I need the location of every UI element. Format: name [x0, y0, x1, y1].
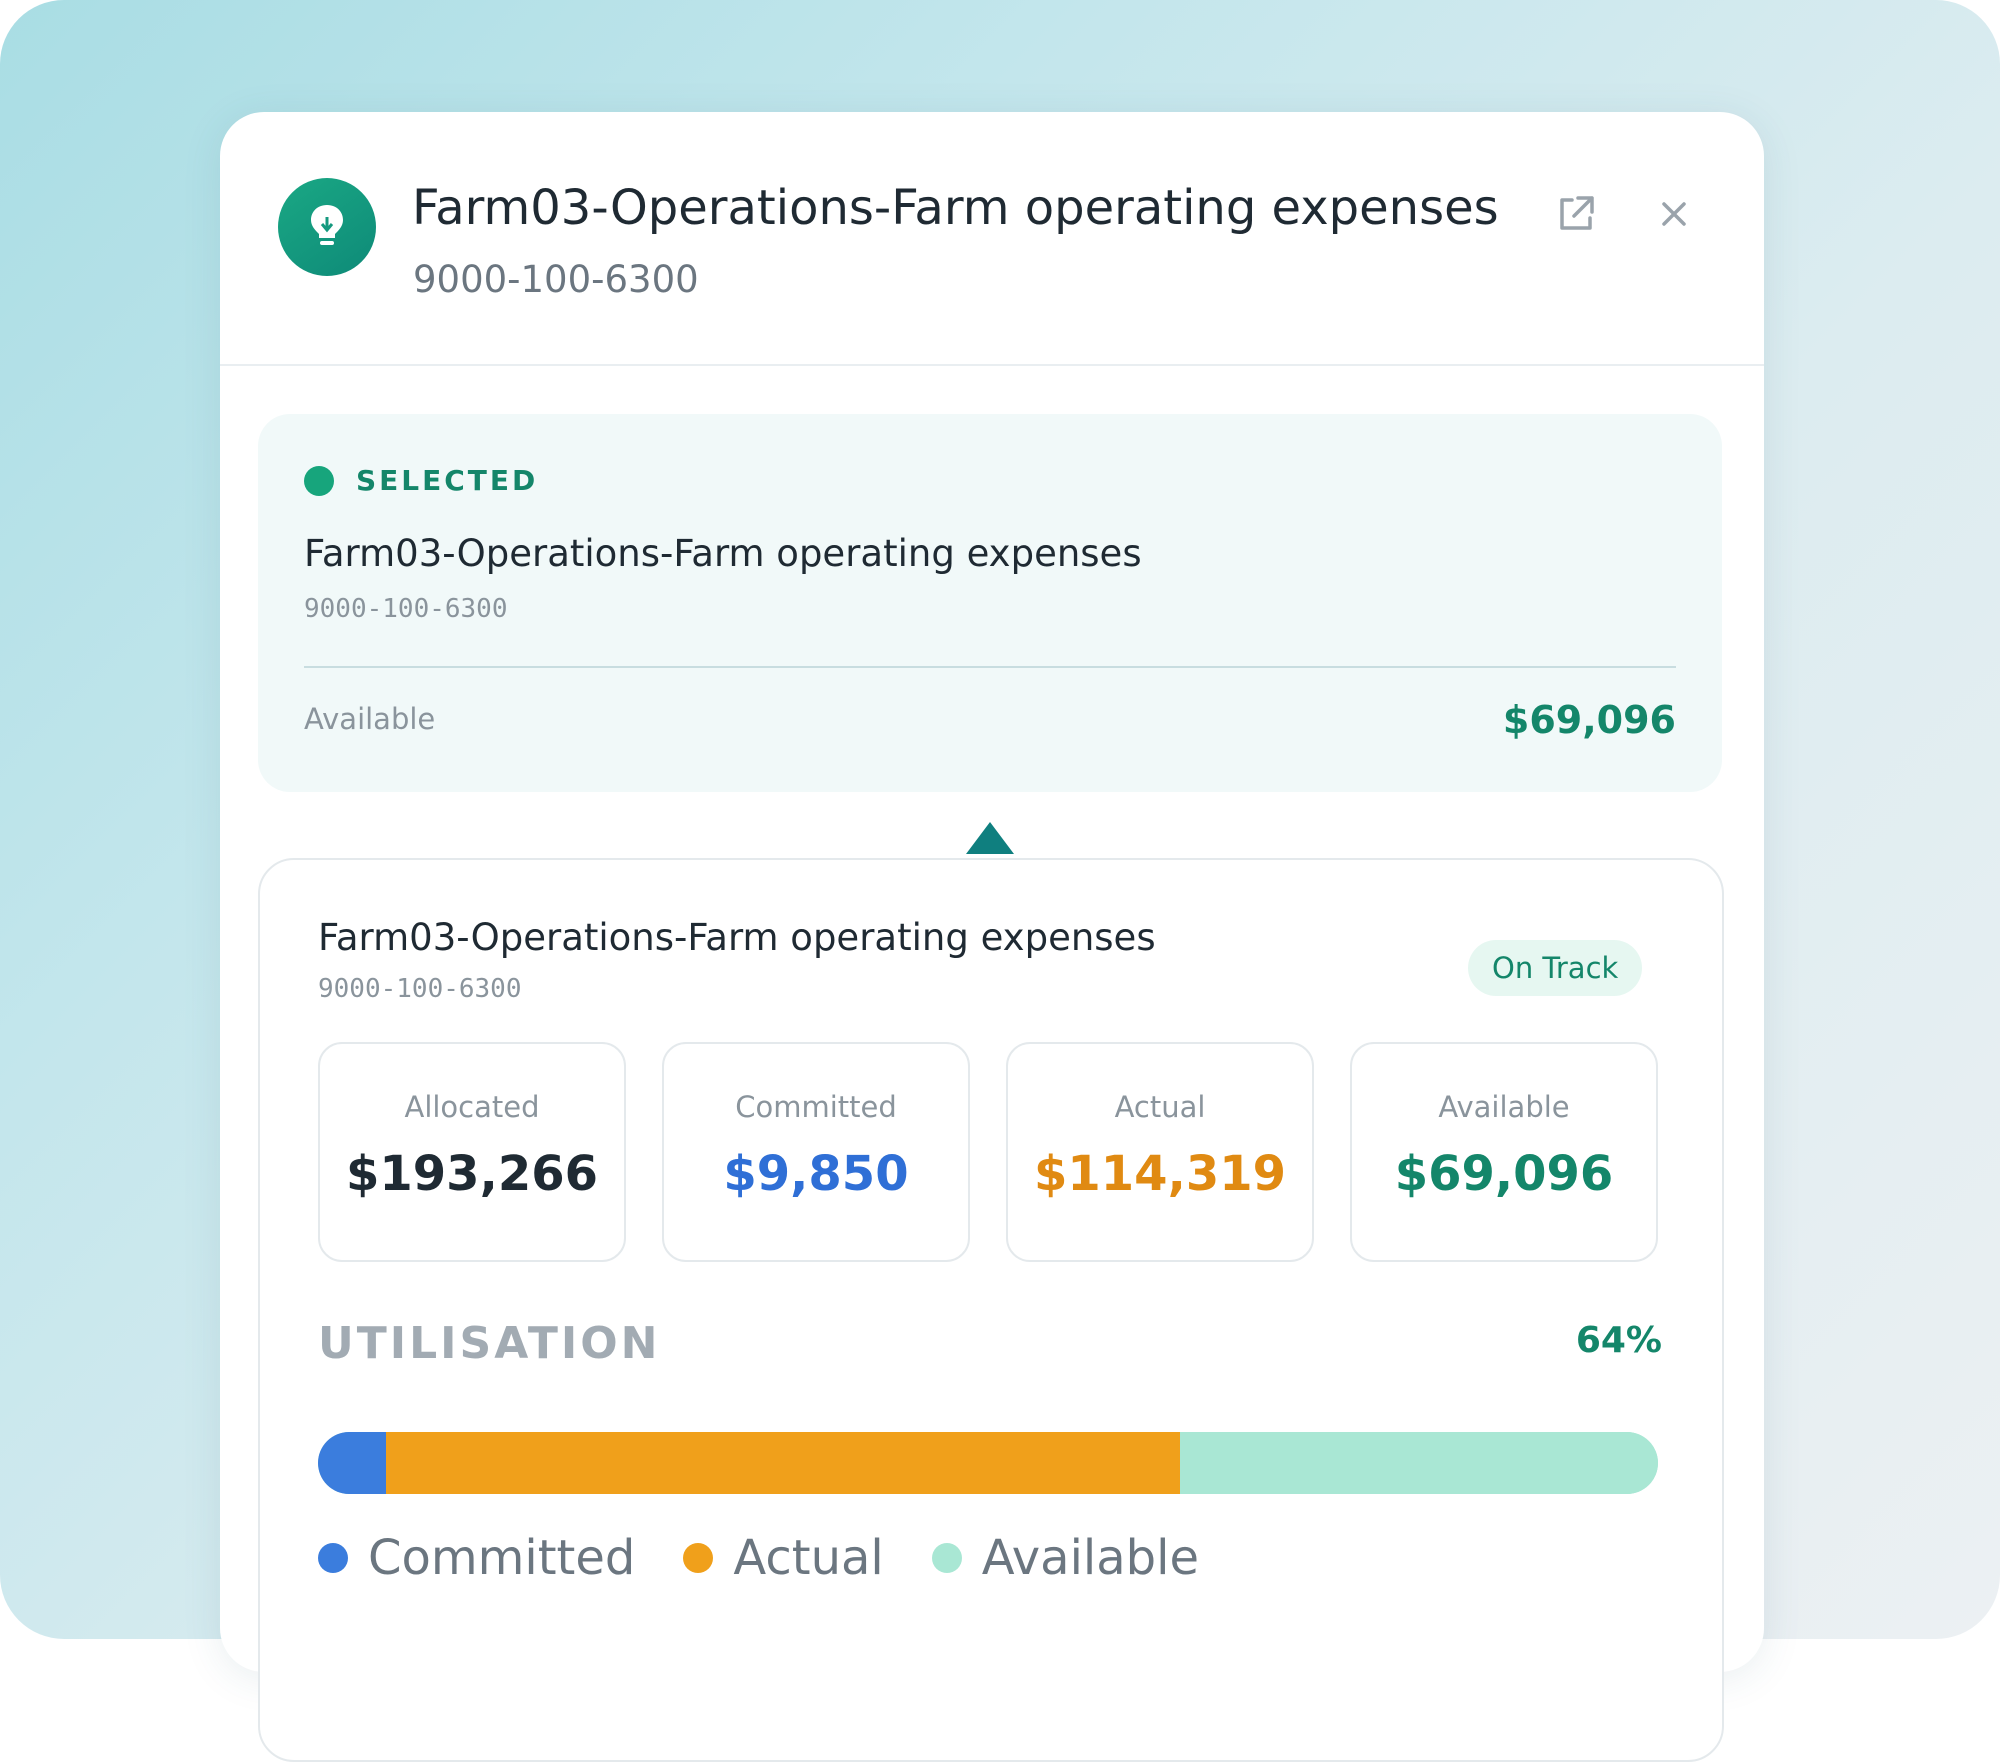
- account-detail-panel: Farm03-Operations-Farm operating expense…: [220, 112, 1764, 1762]
- panel-header: Farm03-Operations-Farm operating expense…: [220, 112, 1764, 366]
- stat-available: Available $69,096: [1350, 1042, 1658, 1262]
- close-button[interactable]: [1652, 192, 1696, 236]
- selected-account-name: Farm03-Operations-Farm operating expense…: [304, 532, 1142, 575]
- account-avatar: [278, 178, 376, 276]
- legend-label: Actual: [733, 1530, 884, 1586]
- external-link-icon: [1560, 196, 1594, 230]
- legend-label: Available: [981, 1530, 1200, 1586]
- utilisation-title: UTILISATION: [318, 1318, 661, 1369]
- stat-label: Actual: [1114, 1090, 1206, 1124]
- utilisation-percent: 64%: [1575, 1320, 1662, 1361]
- budget-detail-card: Farm03-Operations-Farm operating expense…: [258, 858, 1724, 1762]
- utilisation-bar: [318, 1432, 1658, 1494]
- legend-dot: [683, 1543, 714, 1573]
- available-label: Available: [304, 702, 436, 736]
- account-code: 9000-100-6300: [413, 258, 699, 301]
- legend-item-committed: Committed: [318, 1530, 635, 1586]
- selected-indicator: [304, 466, 334, 496]
- pointer-arrow: [966, 822, 1014, 854]
- open-external-button[interactable]: [1550, 188, 1602, 240]
- detail-account-name: Farm03-Operations-Farm operating expense…: [318, 916, 1156, 959]
- bar-segment-actual: [386, 1432, 1180, 1494]
- stat-label: Committed: [735, 1090, 897, 1124]
- stat-value: $69,096: [1394, 1146, 1614, 1202]
- legend-item-actual: Actual: [683, 1530, 884, 1586]
- bar-segment-committed: [318, 1432, 387, 1494]
- available-value: $69,096: [1502, 698, 1676, 742]
- stat-value: $193,266: [345, 1146, 599, 1202]
- stat-committed: Committed $9,850: [662, 1042, 970, 1262]
- selected-label: SELECTED: [356, 464, 539, 497]
- stat-allocated: Allocated $193,266: [318, 1042, 626, 1262]
- divider: [304, 666, 1676, 668]
- legend-item-available: Available: [931, 1530, 1200, 1586]
- stat-value: $114,319: [1033, 1146, 1287, 1202]
- stat-value: $9,850: [723, 1146, 909, 1202]
- legend-label: Committed: [368, 1530, 636, 1586]
- legend-dot: [318, 1543, 348, 1573]
- detail-account-code: 9000-100-6300: [318, 974, 522, 1004]
- page-title: Farm03-Operations-Farm operating expense…: [412, 180, 1499, 236]
- stat-label: Available: [1438, 1090, 1570, 1124]
- selected-account-code: 9000-100-6300: [304, 594, 508, 624]
- bar-segment-available: [1179, 1432, 1658, 1494]
- legend-dot: [931, 1543, 962, 1573]
- close-icon: [1662, 202, 1686, 226]
- selected-account-card[interactable]: SELECTED Farm03-Operations-Farm operatin…: [258, 414, 1722, 792]
- stat-actual: Actual $114,319: [1006, 1042, 1314, 1262]
- utilisation-legend: Committed Actual Available: [318, 1528, 1247, 1588]
- lightbulb-icon: [311, 205, 343, 245]
- status-badge: On Track: [1468, 940, 1643, 996]
- stat-label: Allocated: [404, 1090, 540, 1124]
